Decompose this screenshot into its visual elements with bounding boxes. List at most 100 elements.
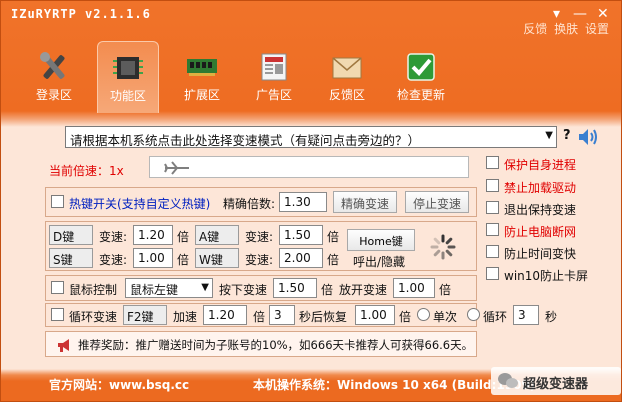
- key-a-speed-label: 变速:: [245, 230, 274, 244]
- hotkey-label[interactable]: 热键开关(支持自定义热键): [69, 195, 210, 212]
- once-radio[interactable]: [417, 308, 430, 321]
- option-checkbox[interactable]: [486, 245, 499, 258]
- tab-ads-label: 广告区: [255, 88, 292, 102]
- tab-feedback[interactable]: 反馈区: [316, 45, 378, 103]
- cycle-label: 循环: [483, 310, 508, 324]
- key-d-speed-label: 变速:: [99, 230, 128, 244]
- option-keep-speed[interactable]: 退出保持变速: [484, 198, 614, 218]
- precise-input[interactable]: 1.30: [279, 192, 327, 212]
- option-checkbox[interactable]: [486, 201, 499, 214]
- option-checkbox[interactable]: [486, 267, 499, 280]
- cycle-radio[interactable]: [467, 308, 480, 321]
- mode-select-value: 请根据本机系统点击此处选择变速模式（有疑问点击旁边的？）: [70, 133, 421, 148]
- loop-label: 循环变速: [69, 310, 118, 324]
- cycle-unit: 秒: [545, 310, 558, 324]
- footer-site[interactable]: 官方网站：www.bsq.cc: [49, 376, 189, 393]
- mouse-button-select[interactable]: 鼠标左键 ▼: [125, 278, 213, 298]
- airplane-icon: [164, 161, 189, 175]
- accel-label: 加速: [173, 310, 198, 324]
- press-unit: 倍: [321, 283, 334, 297]
- key-s-input[interactable]: 1.00: [133, 248, 173, 268]
- key-w-input[interactable]: 2.00: [279, 248, 323, 268]
- tab-extend[interactable]: 扩展区: [171, 45, 233, 103]
- mode-select[interactable]: 请根据本机系统点击此处选择变速模式（有疑问点击旁边的？） ▼: [65, 126, 557, 148]
- accel-unit: 倍: [253, 310, 266, 324]
- key-w[interactable]: W键: [195, 248, 239, 268]
- key-a-input[interactable]: 1.50: [279, 225, 323, 245]
- option-checkbox[interactable]: [486, 179, 499, 192]
- accel-input[interactable]: 1.20: [203, 305, 247, 325]
- restore-input[interactable]: 1.00: [355, 305, 395, 325]
- notice-bar: 推荐奖励：推广赠送时间为子账号的10%，如666天卡推荐人可获得66.6天。: [45, 331, 477, 357]
- key-w-speed-label: 变速:: [245, 253, 274, 267]
- option-win10-freeze[interactable]: win10防止卡屏: [484, 264, 614, 284]
- seconds-input[interactable]: 3: [269, 305, 295, 325]
- key-d-input[interactable]: 1.20: [133, 225, 173, 245]
- tab-extend-label: 扩展区: [183, 88, 220, 102]
- option-label: 退出保持变速: [504, 203, 577, 217]
- precise-button[interactable]: 精确变速: [333, 191, 397, 213]
- press-input[interactable]: 1.50: [273, 278, 317, 298]
- mouse-checkbox[interactable]: [51, 281, 64, 294]
- megaphone-icon: [58, 339, 69, 352]
- mouse-button-select-value: 鼠标左键: [130, 283, 179, 297]
- skin-link[interactable]: 换肤: [554, 22, 578, 36]
- key-d-unit: 倍: [177, 230, 190, 244]
- close-icon[interactable]: ✕: [597, 7, 609, 21]
- home-key-button[interactable]: Home键: [347, 229, 415, 251]
- press-label: 按下变速: [219, 283, 268, 297]
- option-checkbox[interactable]: [486, 156, 499, 169]
- tab-login[interactable]: 登录区: [23, 45, 85, 103]
- release-label: 放开变速: [339, 283, 388, 297]
- minimize-icon[interactable]: —: [573, 7, 587, 21]
- feedback-link[interactable]: 反馈: [523, 22, 547, 36]
- option-label: 保护自身进程: [504, 158, 577, 172]
- release-input[interactable]: 1.00: [393, 278, 435, 298]
- cycle-input[interactable]: 3: [513, 305, 539, 325]
- restore-unit: 倍: [399, 310, 412, 324]
- speaker-icon[interactable]: [577, 127, 599, 147]
- notice-text: 推荐奖励：推广赠送时间为子账号的10%，如666天卡推荐人可获得66.6天。: [78, 338, 474, 352]
- option-label: 防止时间变快: [504, 247, 577, 261]
- option-prevent-time-fast[interactable]: 防止时间变快: [484, 242, 614, 262]
- wechat-icon: [498, 373, 518, 388]
- option-label: 防止电脑断网: [504, 225, 577, 239]
- key-s-unit: 倍: [177, 253, 190, 267]
- chevron-down-icon: ▼: [545, 130, 553, 141]
- release-unit: 倍: [439, 283, 452, 297]
- key-w-unit: 倍: [327, 253, 340, 267]
- chip-icon: [113, 57, 143, 79]
- option-protect-process[interactable]: 保护自身进程: [484, 153, 614, 173]
- tab-ads[interactable]: 广告区: [243, 45, 305, 103]
- option-checkbox[interactable]: [486, 223, 499, 236]
- key-s[interactable]: S键: [49, 248, 93, 268]
- option-block-driver[interactable]: 禁止加载驱动: [484, 176, 614, 196]
- envelope-icon: [332, 57, 362, 79]
- help-button[interactable]: ?: [563, 128, 571, 143]
- speed-slider[interactable]: [149, 156, 469, 178]
- loop-checkbox[interactable]: [51, 308, 64, 321]
- loop-key[interactable]: F2键: [123, 305, 167, 325]
- key-a[interactable]: A键: [195, 225, 239, 245]
- window-title: IZuRYRTP v2.1.1.6: [11, 7, 151, 21]
- tools-icon: [40, 52, 65, 79]
- key-a-unit: 倍: [327, 230, 340, 244]
- stop-button[interactable]: 停止变速: [405, 191, 469, 213]
- once-label: 单次: [433, 310, 458, 324]
- hotkey-checkbox[interactable]: [51, 195, 64, 208]
- option-prevent-disconnect[interactable]: 防止电脑断网: [484, 220, 614, 240]
- settings-link[interactable]: 设置: [585, 22, 609, 36]
- tab-function[interactable]: 功能区: [97, 41, 159, 113]
- tab-update[interactable]: 检查更新: [389, 45, 453, 103]
- option-label: win10防止卡屏: [504, 269, 589, 283]
- menu-icon[interactable]: ▾: [553, 7, 560, 21]
- check-update-icon: [407, 53, 435, 81]
- tab-feedback-label: 反馈区: [328, 88, 365, 102]
- home-desc: 呼出/隐藏: [353, 255, 406, 269]
- brand-name: 超级变速器: [523, 377, 589, 392]
- key-d[interactable]: D键: [49, 225, 93, 245]
- mouse-label: 鼠标控制: [69, 283, 118, 297]
- chevron-down-icon: ▼: [201, 282, 209, 293]
- option-label: 禁止加载驱动: [504, 181, 577, 195]
- restore-label: 秒后恢复: [299, 310, 348, 324]
